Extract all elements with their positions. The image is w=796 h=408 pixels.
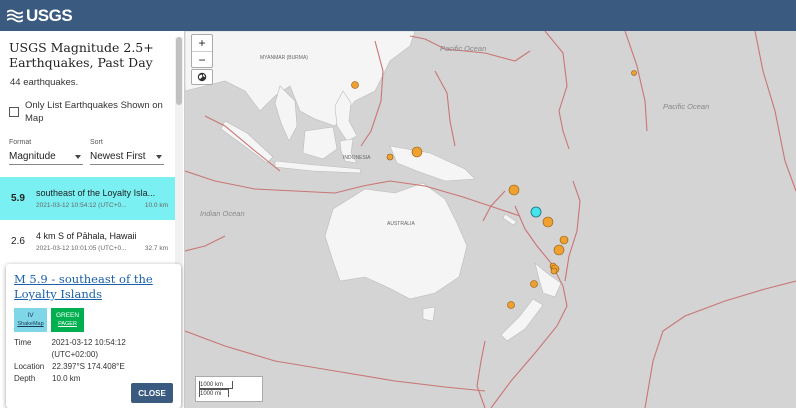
map-graphic: Pacific Ocean Pacific Ocean Indian Ocean… <box>185 31 796 408</box>
shakemap-level: IV <box>27 312 34 319</box>
ocean-label: Pacific Ocean <box>663 102 709 111</box>
usgs-logo[interactable]: USGS <box>7 5 73 26</box>
earthquake-popup: M 5.9 - southeast of the Loyalty Islands… <box>6 264 181 408</box>
earthquake-place: southeast of the Loyalty Isla... <box>36 188 156 198</box>
earthquake-marker <box>507 301 515 309</box>
chevron-down-icon <box>75 154 81 159</box>
earthquake-marker <box>559 235 569 245</box>
earthquake-depth: 32.7 km <box>144 245 168 252</box>
selected-earthquake-marker <box>530 206 542 218</box>
depth-label: Depth <box>14 374 36 383</box>
earthquake-marker <box>508 184 520 196</box>
magnitude-value: 5.9 <box>11 193 25 204</box>
earthquake-marker <box>386 153 394 161</box>
chevron-down-icon <box>156 154 162 159</box>
earthquake-place: 4 km S of Pāhala, Hawaii <box>36 231 137 241</box>
close-button[interactable]: CLOSE <box>131 383 173 403</box>
list-title: USGS Magnitude 2.5+ Earthquakes, Past Da… <box>9 40 154 70</box>
popup-details: Time 2021-03-12 10:54:12 (UTC+02:00) Loc… <box>14 337 173 385</box>
pager-label: PAGER <box>58 321 77 327</box>
scroll-thumb[interactable] <box>176 37 182 105</box>
ocean-label: Indian Ocean <box>200 209 245 218</box>
earthquake-list-item[interactable]: 2.6 4 km S of Pāhala, Hawaii 2021-03-12 … <box>0 220 176 263</box>
scale-km: 1000 km <box>199 381 233 389</box>
map-canvas[interactable]: Pacific Ocean Pacific Ocean Indian Ocean… <box>185 31 796 408</box>
shakemap-badge[interactable]: IV ShakeMap <box>14 308 47 332</box>
time-value: 2021-03-12 10:54:12 (UTC+02:00) <box>51 338 126 359</box>
format-value: Magnitude <box>9 151 56 162</box>
earthquake-marker <box>542 216 554 228</box>
earthquake-marker <box>553 244 565 256</box>
magnitude-value: 2.6 <box>11 236 25 247</box>
sort-select-group: Sort Newest First <box>90 139 164 165</box>
sort-label: Sort <box>90 139 103 146</box>
format-label: Format <box>9 139 32 146</box>
map-filter-checkbox[interactable] <box>9 107 19 117</box>
earthquake-time: 2021-03-12 10:54:12 (UTC+0... <box>36 202 127 209</box>
country-label: INDONESIA <box>343 155 371 161</box>
globe-icon <box>197 72 207 82</box>
sort-value: Newest First <box>90 151 146 162</box>
pager-badge[interactable]: GREEN PAGER <box>51 308 84 332</box>
header-bar: USGS <box>0 0 796 31</box>
earthquake-list-item[interactable]: 5.9 southeast of the Loyalty Isla... 202… <box>0 177 176 220</box>
usgs-wave-icon <box>7 9 23 22</box>
layers-button[interactable] <box>191 69 213 85</box>
zoom-control: + − <box>191 34 213 68</box>
format-select-group: Format Magnitude <box>9 139 83 165</box>
earthquake-depth: 10.0 km <box>144 202 168 209</box>
popup-title-link[interactable]: M 5.9 - southeast of the Loyalty Islands <box>14 272 173 302</box>
pager-level: GREEN <box>55 312 80 319</box>
logo-text: USGS <box>26 5 73 25</box>
earthquake-marker <box>550 267 558 275</box>
location-value: 22.397°S 174.408°E <box>52 362 125 371</box>
zoom-out-button[interactable]: − <box>192 51 212 67</box>
country-label: AUSTRALIA <box>387 221 415 227</box>
zoom-in-button[interactable]: + <box>192 35 212 51</box>
earthquake-marker <box>631 70 637 76</box>
country-label: MYANMAR (BURMA) <box>260 55 308 61</box>
depth-value: 10.0 km <box>52 374 81 383</box>
location-label: Location <box>14 362 45 371</box>
earthquake-count: 44 earthquakes. <box>10 77 79 88</box>
earthquake-marker <box>351 81 359 89</box>
scale-mi: 1000 mi <box>199 389 229 397</box>
map-filter-option[interactable]: Only List Earthquakes Shown on Map <box>9 99 169 125</box>
ocean-label: Pacific Ocean <box>440 44 486 53</box>
sort-select[interactable]: Newest First <box>90 149 164 165</box>
map-filter-label: Only List Earthquakes Shown on Map <box>25 100 163 124</box>
earthquake-time: 2021-03-12 10:01:05 (UTC+0... <box>36 245 127 252</box>
format-select[interactable]: Magnitude <box>9 149 83 165</box>
earthquake-marker <box>530 280 538 288</box>
shakemap-label: ShakeMap <box>17 321 44 327</box>
scale-bar: 1000 km 1000 mi <box>195 376 263 402</box>
earthquake-marker <box>411 146 423 158</box>
time-label: Time <box>14 338 32 347</box>
